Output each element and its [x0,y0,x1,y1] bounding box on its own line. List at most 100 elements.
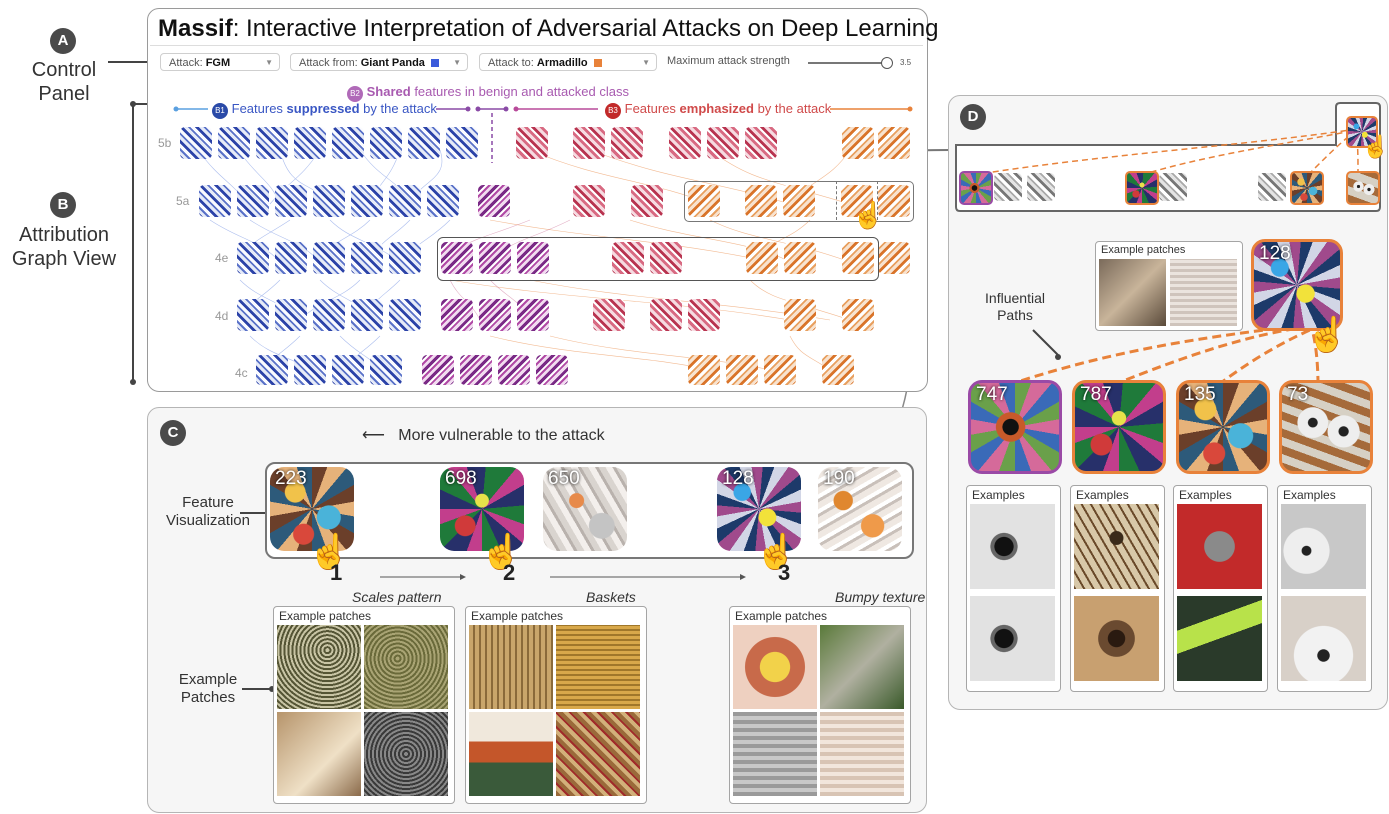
feature-thumb[interactable] [631,185,663,217]
example-patch [733,712,817,796]
feature-thumb[interactable] [389,185,421,217]
attack-from-dropdown[interactable]: Attack from: Giant Panda ▼ [290,53,468,71]
feature-thumb[interactable] [218,127,250,159]
path-thumb[interactable] [1290,171,1324,205]
feature-thumb[interactable] [517,299,549,331]
path-thumb[interactable] [1258,173,1286,201]
path-feature-747[interactable]: 747 [968,380,1062,474]
feature-thumb[interactable] [275,299,307,331]
feature-thumb[interactable] [650,299,682,331]
feature-thumb[interactable] [237,299,269,331]
feature-thumb[interactable] [275,242,307,274]
feature-650-id: 650 [548,468,580,489]
feature-thumb[interactable] [332,355,364,385]
b3-bold: emphasized [679,101,754,116]
hand-cursor-icon: ☝ [480,533,523,571]
feature-thumb[interactable] [536,355,568,385]
path-thumb[interactable] [1027,173,1055,201]
example-image [1177,596,1262,681]
feature-thumb[interactable] [237,242,269,274]
feature-thumb[interactable] [878,242,910,274]
feature-thumb[interactable] [688,355,720,385]
strength-slider-track[interactable] [808,62,886,64]
examples-title: Examples [1076,488,1129,502]
example-patch [469,625,553,709]
path-feature-747-id: 747 [976,384,1008,405]
example-patch [277,712,361,796]
strength-slider-handle[interactable] [881,57,893,69]
feature-thumb[interactable] [389,242,421,274]
feature-thumb[interactable] [460,355,492,385]
feature-thumb[interactable] [351,242,383,274]
feature-thumb[interactable] [726,355,758,385]
hand-cursor-icon: ☝ [1306,316,1349,354]
path-thumb[interactable] [994,173,1022,201]
feature-190[interactable]: 190 [818,467,902,551]
feature-thumb[interactable] [313,185,345,217]
path-thumb[interactable] [1346,171,1380,205]
attack-dropdown[interactable]: Attack: FGM ▼ [160,53,280,71]
example-patch [820,712,904,796]
feature-thumb[interactable] [275,185,307,217]
feature-thumb[interactable] [422,355,454,385]
path-feature-787[interactable]: 787 [1072,380,1166,474]
highlight-4e-group [437,237,879,281]
attack-to-dropdown[interactable]: Attack to: Armadillo ▼ [479,53,657,71]
feature-thumb[interactable] [593,299,625,331]
example-patch [556,625,640,709]
feature-thumb[interactable] [784,299,816,331]
app-title-rest: : Interactive Interpretation of Adversar… [232,15,939,42]
feature-thumb[interactable] [313,299,345,331]
b3-badge: B3 [605,103,621,119]
path-feature-135[interactable]: 135 [1176,380,1270,474]
feature-thumb[interactable] [479,299,511,331]
feature-thumb[interactable] [237,185,269,217]
click-number-3: 3 [778,560,791,585]
feature-thumb[interactable] [842,127,874,159]
hand-cursor-icon: ☝ [755,533,798,571]
feature-thumb[interactable] [441,299,473,331]
feature-thumb[interactable] [294,355,326,385]
feature-190-id: 190 [823,468,855,489]
feature-thumb[interactable] [573,185,605,217]
feature-thumb[interactable] [478,185,510,217]
feature-thumb[interactable] [427,185,459,217]
feature-223-id: 223 [275,468,307,489]
feature-thumb[interactable] [389,299,421,331]
feature-thumb[interactable] [878,127,910,159]
path-feature-135-id: 135 [1184,384,1216,405]
feature-thumb[interactable] [256,355,288,385]
feature-thumb[interactable] [408,127,440,159]
feature-thumb[interactable] [199,185,231,217]
path-thumb[interactable] [1159,173,1187,201]
feature-thumb[interactable] [351,299,383,331]
feature-thumb[interactable] [764,355,796,385]
feature-thumb[interactable] [842,299,874,331]
feature-thumb[interactable] [822,355,854,385]
feature-650[interactable]: 650 [543,467,627,551]
feature-thumb[interactable] [180,127,212,159]
feature-thumb[interactable] [516,127,548,159]
feature-thumb[interactable] [745,127,777,159]
feature-thumb[interactable] [313,242,345,274]
feature-thumb[interactable] [498,355,530,385]
feature-thumb[interactable] [446,127,478,159]
path-thumb[interactable] [959,171,993,205]
feature-thumb[interactable] [370,355,402,385]
path-thumb[interactable] [1125,171,1159,205]
main-feature-id: 128 [1259,243,1291,264]
feature-thumb[interactable] [370,127,402,159]
to-color-swatch [593,59,602,68]
feature-thumb[interactable] [573,127,605,159]
feature-thumb[interactable] [332,127,364,159]
feature-thumb[interactable] [707,127,739,159]
feature-thumb[interactable] [669,127,701,159]
feature-thumb[interactable] [351,185,383,217]
feature-thumb[interactable] [611,127,643,159]
feature-thumb[interactable] [688,299,720,331]
examples-title: Examples [1283,488,1336,502]
example-patches-title: Example patches [471,609,564,623]
feature-thumb[interactable] [256,127,288,159]
feature-thumb[interactable] [294,127,326,159]
path-feature-73[interactable]: 73 [1279,380,1373,474]
